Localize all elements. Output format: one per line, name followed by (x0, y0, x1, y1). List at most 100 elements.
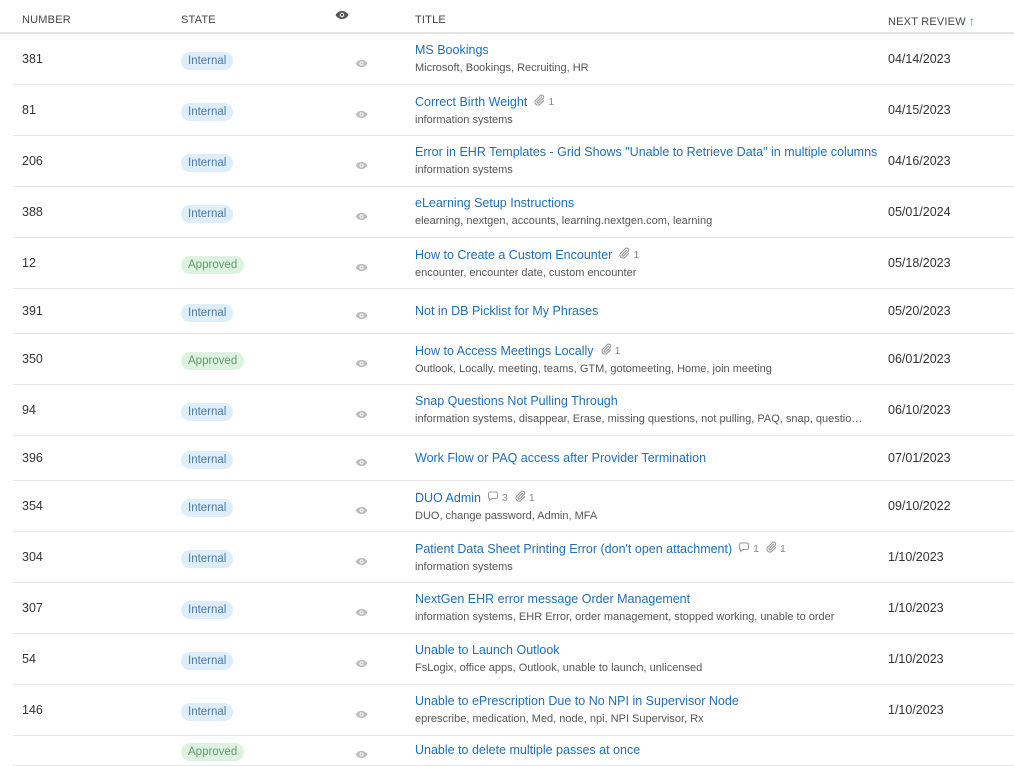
attachment-count-value: 1 (780, 542, 786, 555)
row-number: 54 (22, 652, 36, 666)
article-tags: information systems (415, 164, 513, 176)
state-cell: Approved (181, 351, 245, 370)
column-header-state[interactable]: STATE (181, 14, 216, 26)
table-row[interactable]: 350 Approved How to Access Meetings Locall… (13, 334, 1014, 385)
eye-icon[interactable] (355, 106, 368, 124)
state-badge: Approved (181, 256, 245, 274)
article-title-link[interactable]: Patient Data Sheet Printing Error (don't… (415, 542, 732, 556)
article-tags: Microsoft, Bookings, Recruiting, HR (415, 62, 589, 74)
state-badge: Internal (181, 304, 234, 322)
state-badge: Internal (181, 703, 234, 721)
state-cell: Internal (181, 303, 234, 322)
article-title-link[interactable]: Work Flow or PAQ access after Provider T… (415, 451, 706, 465)
next-review-label: NEXT REVIEW (888, 16, 966, 28)
paperclip-icon (533, 94, 548, 109)
article-title-link[interactable]: DUO Admin (415, 491, 481, 505)
state-badge: Internal (181, 103, 234, 121)
article-title-link[interactable]: How to Create a Custom Encounter (415, 248, 612, 262)
table-header: NUMBER STATE TITLE NEXT REVIEW ↑ (0, 0, 1014, 34)
next-review-date: 04/16/2023 (888, 154, 951, 168)
column-header-title[interactable]: TITLE (415, 14, 446, 26)
state-cell: Internal (181, 153, 234, 172)
eye-icon[interactable] (355, 655, 368, 673)
table-row[interactable]: 206 Internal Error in EHR Templates - Grid… (13, 136, 1014, 187)
column-header-next-review[interactable]: NEXT REVIEW ↑ (888, 14, 975, 28)
title-cell: Work Flow or PAQ access after Provider T… (415, 451, 706, 465)
paperclip-icon (600, 343, 615, 358)
table-row[interactable]: 388 Internal eLearning Setup Instructions e… (13, 187, 1014, 238)
state-cell: Internal (181, 651, 234, 670)
next-review-date: 06/10/2023 (888, 403, 951, 417)
title-cell: How to Create a Custom Encounter 1 encount… (415, 247, 870, 280)
state-badge: Approved (181, 743, 245, 761)
table-row[interactable]: 381 Internal MS Bookings Microsoft, Booking… (13, 34, 1014, 85)
article-tags: encounter, encounter date, custom encoun… (415, 267, 637, 279)
column-header-number[interactable]: NUMBER (22, 14, 71, 26)
article-title-link[interactable]: Unable to Launch Outlook (415, 643, 560, 657)
table-row[interactable]: 354 Internal DUO Admin 3 1 DUO, change passwo… (13, 481, 1014, 532)
title-cell: Correct Birth Weight 1 information systems (415, 94, 870, 127)
eye-icon[interactable] (335, 10, 349, 23)
table-row[interactable]: 304 Internal Patient Data Sheet Printing E… (13, 532, 1014, 583)
table-row[interactable]: 12 Approved How to Create a Custom Encount… (13, 238, 1014, 289)
row-number: 146 (22, 703, 43, 717)
article-title-link[interactable]: Snap Questions Not Pulling Through (415, 394, 618, 408)
eye-icon[interactable] (355, 355, 368, 373)
article-title-link[interactable]: Error in EHR Templates - Grid Shows "Una… (415, 145, 877, 159)
article-tags: Outlook, Locally, meeting, teams, GTM, g… (415, 363, 772, 375)
attachment-count: 1 (514, 490, 535, 505)
row-number: 304 (22, 550, 43, 564)
next-review-date: 04/14/2023 (888, 52, 951, 66)
article-title-link[interactable]: How to Access Meetings Locally (415, 344, 594, 358)
article-title-link[interactable]: Unable to ePrescription Due to No NPI in… (415, 694, 739, 708)
row-number: 307 (22, 601, 43, 615)
table-row[interactable]: 54 Internal Unable to Launch Outlook FsLogi… (13, 634, 1014, 685)
eye-icon[interactable] (355, 553, 368, 571)
article-title-link[interactable]: eLearning Setup Instructions (415, 196, 574, 210)
table-body: 381 Internal MS Bookings Microsoft, Booking… (0, 34, 1014, 766)
state-cell: Internal (181, 498, 234, 517)
state-badge: Approved (181, 352, 245, 370)
row-number: 12 (22, 256, 36, 270)
eye-icon[interactable] (355, 55, 368, 73)
eye-icon[interactable] (355, 157, 368, 175)
knowledge-table: NUMBER STATE TITLE NEXT REVIEW ↑ 381 Inter… (0, 0, 1014, 766)
article-tags: information systems (415, 114, 513, 126)
article-tags: FsLogix, office apps, Outlook, unable to… (415, 662, 703, 674)
title-cell: How to Access Meetings Locally 1 Outlook, … (415, 343, 870, 376)
row-number: 396 (22, 451, 43, 465)
eye-icon[interactable] (355, 706, 368, 724)
eye-icon[interactable] (355, 208, 368, 226)
next-review-date: 1/10/2023 (888, 550, 944, 564)
state-cell: Approved (181, 742, 245, 761)
article-title-link[interactable]: NextGen EHR error message Order Manageme… (415, 592, 690, 606)
article-title-link[interactable]: Not in DB Picklist for My Phrases (415, 304, 598, 318)
next-review-date: 04/15/2023 (888, 103, 951, 117)
article-title-link[interactable]: Correct Birth Weight (415, 95, 527, 109)
row-number: 391 (22, 304, 43, 318)
comment-count-value: 3 (502, 491, 508, 504)
table-row[interactable]: 391 Internal Not in DB Picklist for My Phr… (13, 289, 1014, 334)
state-badge: Internal (181, 451, 234, 469)
state-cell: Internal (181, 600, 234, 619)
paperclip-icon (514, 490, 529, 505)
row-number: 354 (22, 499, 43, 513)
article-title-link[interactable]: MS Bookings (415, 43, 489, 57)
article-tags: elearning, nextgen, accounts, learning.n… (415, 215, 713, 227)
comment-count: 1 (738, 542, 759, 556)
article-tags: eprescribe, medication, Med, node, npi, … (415, 713, 704, 725)
eye-icon[interactable] (355, 454, 368, 472)
eye-icon[interactable] (355, 502, 368, 520)
table-row[interactable]: 146 Internal Unable to ePrescription Due t… (13, 685, 1014, 736)
table-row[interactable]: 307 Internal NextGen EHR error message Ord… (13, 583, 1014, 634)
eye-icon[interactable] (355, 307, 368, 325)
table-row[interactable]: Approved Unable to delete multiple passes… (13, 736, 1014, 766)
state-badge: Internal (181, 601, 234, 619)
eye-icon[interactable] (355, 406, 368, 424)
table-row[interactable]: 94 Internal Snap Questions Not Pulling Thr… (13, 385, 1014, 436)
eye-icon[interactable] (355, 259, 368, 277)
table-row[interactable]: 81 Internal Correct Birth Weight 1 informati… (13, 85, 1014, 136)
eye-icon[interactable] (355, 604, 368, 622)
table-row[interactable]: 396 Internal Work Flow or PAQ access after… (13, 436, 1014, 481)
eye-icon[interactable] (355, 746, 368, 764)
